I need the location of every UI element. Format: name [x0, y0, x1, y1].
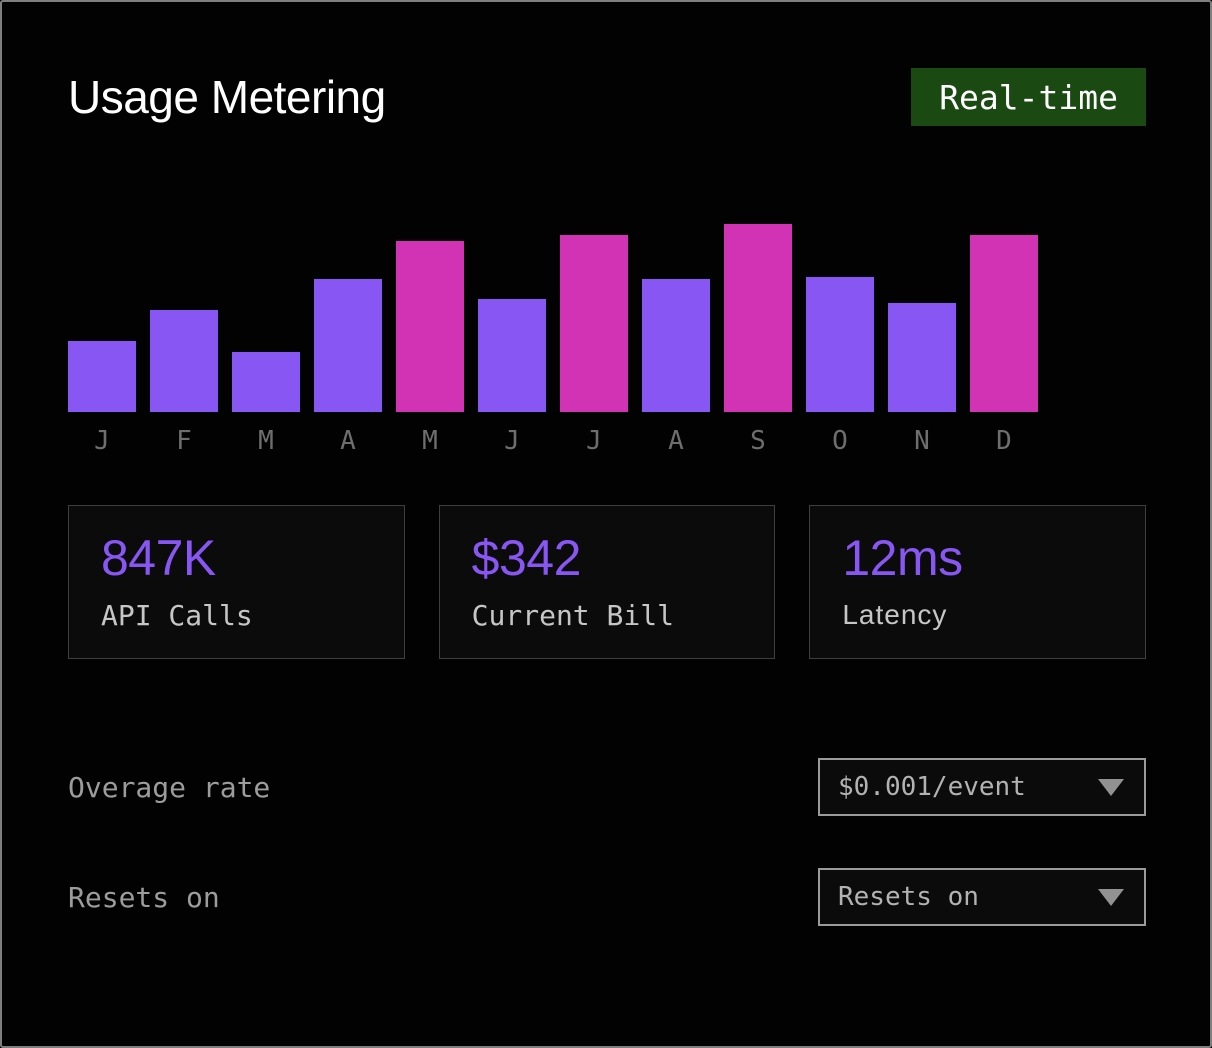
- month-label: J: [478, 426, 546, 457]
- chart-column: D: [970, 224, 1038, 457]
- bar-track: [806, 224, 874, 412]
- chart-column: S: [724, 224, 792, 457]
- usage-bar: [150, 310, 218, 412]
- select-value: Resets on: [838, 882, 979, 912]
- usage-bar: [478, 299, 546, 412]
- month-label: J: [68, 426, 136, 457]
- bar-track: [888, 224, 956, 412]
- chart-column: M: [232, 224, 300, 457]
- usage-bar: [806, 277, 874, 412]
- stat-label: Latency: [842, 599, 1113, 631]
- month-label: N: [888, 426, 956, 457]
- chart-column: M: [396, 224, 464, 457]
- chart-column: F: [150, 224, 218, 457]
- stat-value: 12ms: [842, 532, 1113, 585]
- usage-bar: [232, 352, 300, 412]
- realtime-badge: Real-time: [911, 68, 1146, 126]
- usage-bar: [970, 235, 1038, 412]
- chart-column: A: [642, 224, 710, 457]
- settings-row: Resets on Resets on: [68, 868, 1146, 926]
- bar-track: [560, 224, 628, 412]
- chart-column: J: [68, 224, 136, 457]
- setting-label: Overage rate: [68, 771, 270, 804]
- stat-label: API Calls: [101, 599, 372, 632]
- chart-column: J: [560, 224, 628, 457]
- usage-bar: [396, 241, 464, 412]
- bar-track: [314, 224, 382, 412]
- overage-rate-select[interactable]: $0.001/event: [818, 758, 1146, 816]
- usage-bar: [314, 279, 382, 412]
- stat-card: 847K API Calls: [68, 505, 405, 659]
- chart-column: J: [478, 224, 546, 457]
- usage-metering-card: Usage Metering Real-time JFMAMJJASOND 84…: [0, 0, 1212, 1048]
- month-label: O: [806, 426, 874, 457]
- month-label: S: [724, 426, 792, 457]
- chevron-down-icon: [1098, 889, 1124, 906]
- header: Usage Metering Real-time: [68, 66, 1146, 128]
- stat-card: $342 Current Bill: [439, 505, 776, 659]
- usage-bar: [642, 279, 710, 412]
- usage-bar: [724, 224, 792, 412]
- settings-section: Overage rate$0.001/eventResets onResets …: [68, 758, 1146, 926]
- settings-row: Overage rate $0.001/event: [68, 758, 1146, 816]
- chart-column: O: [806, 224, 874, 457]
- bar-track: [970, 224, 1038, 412]
- month-label: A: [314, 426, 382, 457]
- chart-column: A: [314, 224, 382, 457]
- page-title: Usage Metering: [68, 70, 386, 124]
- setting-label: Resets on: [68, 881, 220, 914]
- usage-bar: [560, 235, 628, 412]
- stat-card: 12ms Latency: [809, 505, 1146, 659]
- bar-track: [478, 224, 546, 412]
- bar-track: [68, 224, 136, 412]
- stat-value: 847K: [101, 532, 372, 585]
- stat-value: $342: [472, 532, 743, 585]
- resets-on-select[interactable]: Resets on: [818, 868, 1146, 926]
- bar-track: [232, 224, 300, 412]
- chevron-down-icon: [1098, 779, 1124, 796]
- chart-column: N: [888, 224, 956, 457]
- usage-bar: [68, 341, 136, 412]
- bar-track: [150, 224, 218, 412]
- month-label: J: [560, 426, 628, 457]
- usage-bar: [888, 303, 956, 412]
- month-label: A: [642, 426, 710, 457]
- month-label: D: [970, 426, 1038, 457]
- stats-row: 847K API Calls $342 Current Bill 12ms Latency: [68, 505, 1146, 659]
- bar-track: [642, 224, 710, 412]
- bar-track: [396, 224, 464, 412]
- stat-label: Current Bill: [472, 599, 743, 632]
- month-label: F: [150, 426, 218, 457]
- usage-bar-chart: JFMAMJJASOND: [68, 224, 1146, 457]
- month-label: M: [396, 426, 464, 457]
- bar-track: [724, 224, 792, 412]
- month-label: M: [232, 426, 300, 457]
- select-value: $0.001/event: [838, 772, 1026, 802]
